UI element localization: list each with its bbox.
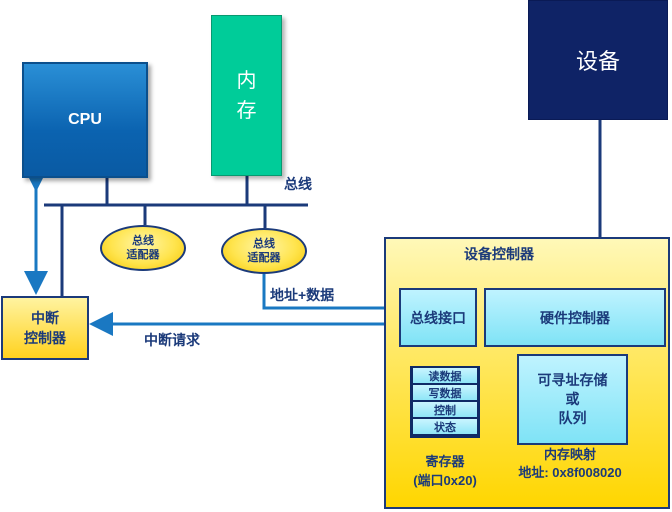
hardware-controller-box: 硬件控制器: [484, 288, 666, 347]
adapter-1-line2: 适配器: [126, 249, 160, 261]
bus-label: 总线: [284, 176, 312, 192]
register-stack: 读数据 写数据 控制 状态: [410, 366, 480, 438]
register-control: 控制: [413, 402, 477, 417]
registers-caption-line2: (端口0x20): [413, 473, 477, 488]
register-read-data: 读数据: [413, 368, 477, 383]
memory-map-caption-line1: 内存映射: [543, 447, 596, 462]
queue-line1: 可寻址存储: [537, 372, 608, 388]
bus-adapter-2: 总线 适配器: [221, 228, 307, 274]
device-controller-title: 设备控制器: [464, 246, 534, 262]
device-label: 设备: [575, 49, 620, 74]
memory-label-line2: 存: [236, 99, 257, 122]
bus-interface-label: 总线接口: [410, 309, 466, 326]
interrupt-controller-line1: 中断: [31, 310, 59, 326]
register-status: 状态: [413, 419, 477, 434]
memory-label-line1: 内: [236, 69, 257, 92]
addressable-storage-box: 可寻址存储 或 队列: [517, 354, 628, 445]
memory-map-caption-line2: 地址: 0x8f008020: [518, 465, 622, 480]
cpu-label: CPU: [68, 111, 102, 128]
interrupt-controller-line2: 控制器: [24, 330, 66, 346]
cpu-box: CPU: [22, 62, 148, 178]
hardware-controller-label: 硬件控制器: [540, 309, 610, 326]
bus-adapter-1: 总线 适配器: [100, 225, 186, 271]
adapter-2-line2: 适配器: [247, 252, 281, 264]
register-write-data: 写数据: [413, 385, 477, 400]
memory-map-caption: 内存映射 地址: 0x8f008020: [500, 446, 640, 482]
adapter-1-line1: 总线: [132, 235, 154, 247]
registers-caption-line1: 寄存器: [425, 454, 465, 469]
address-data-label: 地址+数据: [270, 287, 335, 303]
queue-line2: 或: [565, 391, 580, 407]
device-box: 设备: [528, 0, 668, 120]
queue-line3: 队列: [558, 410, 587, 426]
interrupt-request-label: 中断请求: [144, 332, 200, 348]
adapter-2-line1: 总线: [253, 238, 275, 250]
registers-caption: 寄存器 (端口0x20): [398, 452, 492, 490]
interrupt-controller-box: 中断 控制器: [1, 296, 89, 360]
bus-interface-box: 总线接口: [399, 288, 477, 347]
memory-box: 内 存: [211, 15, 282, 176]
